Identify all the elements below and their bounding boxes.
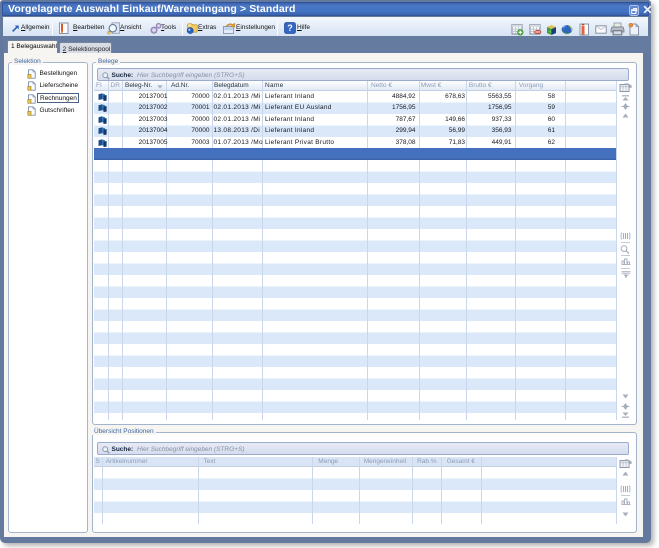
svg-text:?: ? [287, 23, 293, 33]
